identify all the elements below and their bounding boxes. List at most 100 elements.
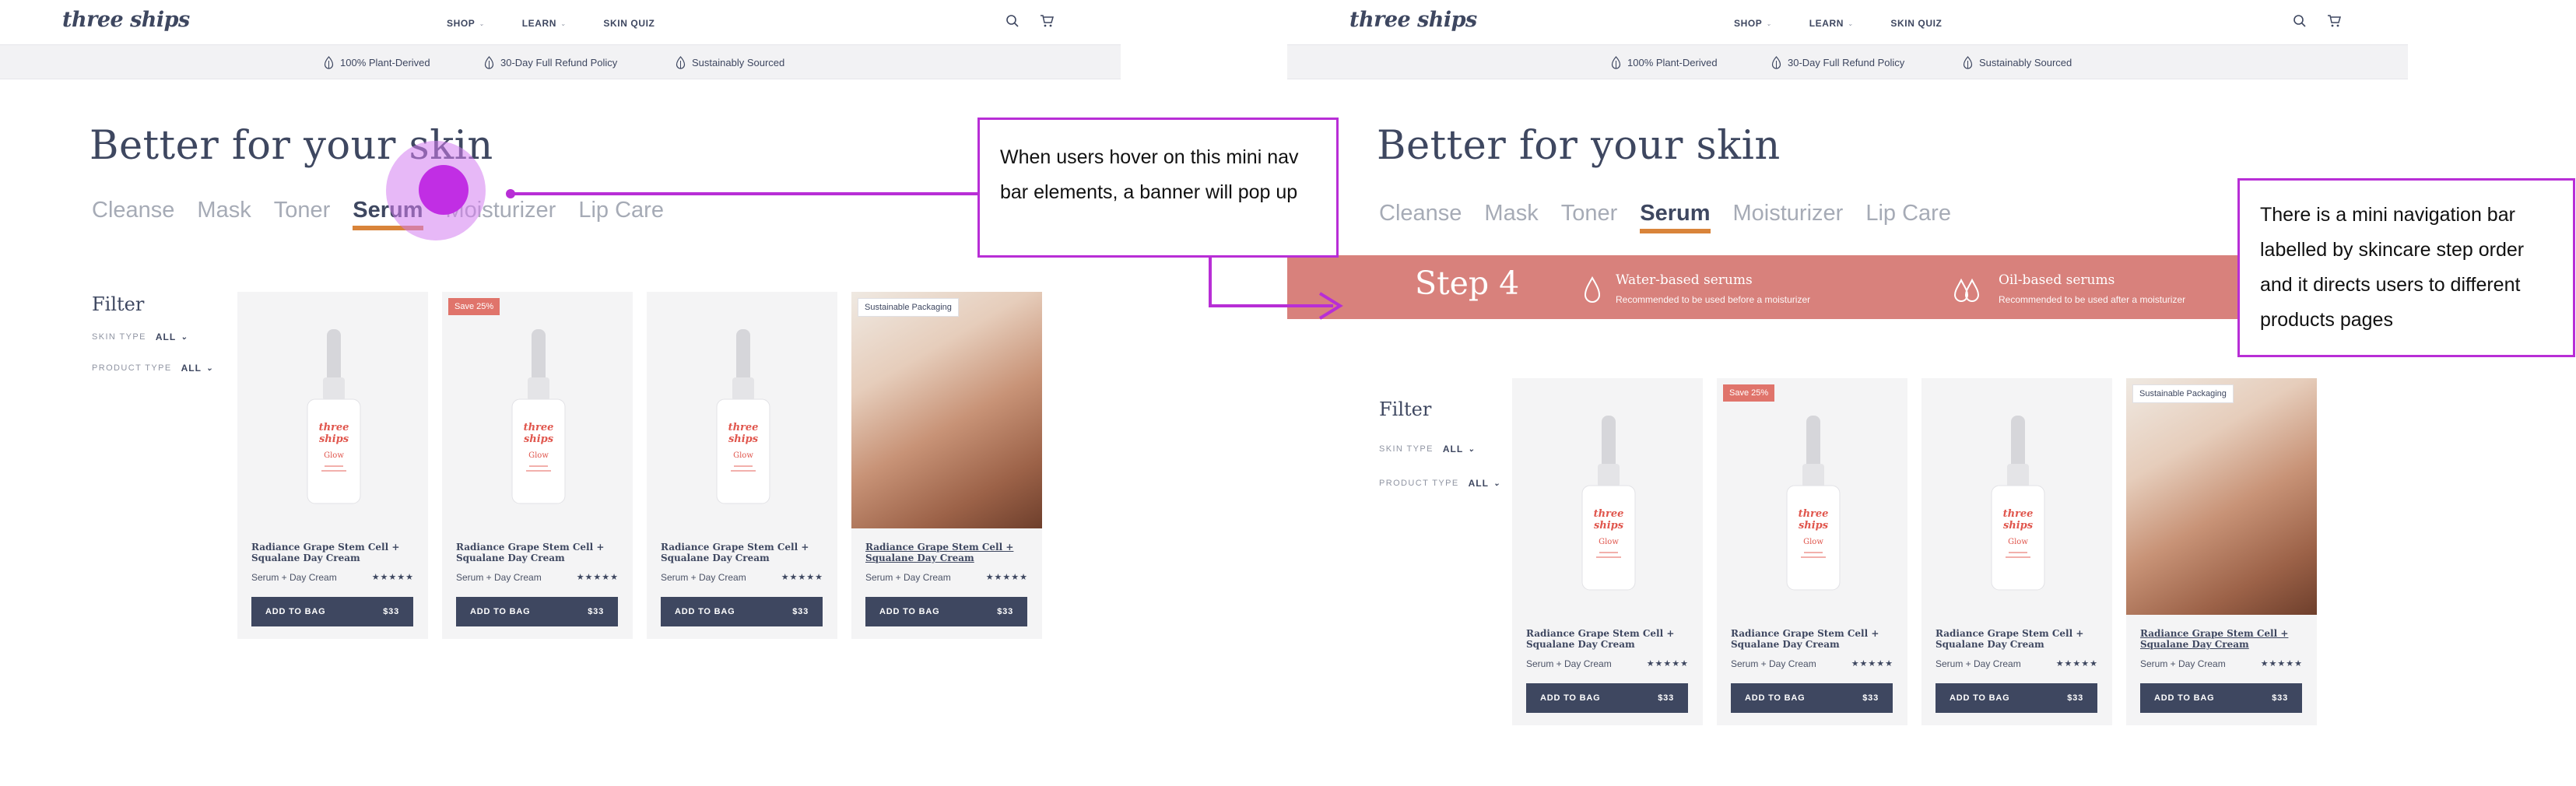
add-to-bag-button[interactable]: ADD TO BAG $33 xyxy=(661,597,823,626)
rating-stars: ★★★★★ xyxy=(1851,659,1893,668)
svg-text:three: three xyxy=(1799,508,1829,520)
product-card[interactable]: Sustainable Packaging Radiance Grape Ste… xyxy=(851,292,1042,639)
connector-dot xyxy=(506,189,515,198)
benefit-item: Sustainably Sourced xyxy=(676,56,784,69)
connector-line xyxy=(511,192,977,195)
category-tabs: Cleanse Mask Toner Serum Moisturizer Lip… xyxy=(1379,201,1974,233)
rating-stars: ★★★★★ xyxy=(2055,659,2098,668)
svg-text:Glow: Glow xyxy=(733,451,753,460)
product-image[interactable]: three ships Glow Save 25% xyxy=(442,292,633,528)
product-image[interactable]: Sustainable Packaging xyxy=(851,292,1042,528)
product-card[interactable]: three ships Glow Radiance Grape Stem Cell … xyxy=(647,292,837,639)
search-icon[interactable] xyxy=(1005,14,1020,28)
product-card[interactable]: three ships Glow Radiance Grape Stem Cell … xyxy=(237,292,428,639)
tab-serum[interactable]: Serum xyxy=(1640,201,1711,233)
cart-icon[interactable] xyxy=(2327,14,2341,28)
tab-moisturizer[interactable]: Moisturizer xyxy=(1733,201,1844,226)
product-card[interactable]: three ships Glow Radiance Grape Stem Cell … xyxy=(1921,378,2112,725)
menu-learn[interactable]: LEARN ⌄ xyxy=(522,18,567,29)
product-title[interactable]: Radiance Grape Stem Cell + Squalane Day … xyxy=(251,542,419,563)
rating-stars: ★★★★★ xyxy=(576,573,619,582)
menu-shop[interactable]: SHOP ⌄ xyxy=(447,18,485,29)
tab-lip-care[interactable]: Lip Care xyxy=(1865,201,1951,226)
filter-skin-type[interactable]: SKIN TYPE ALL ⌄ xyxy=(92,332,188,342)
product-image[interactable]: three ships Glow xyxy=(647,292,837,528)
filter-product-type[interactable]: PRODUCT TYPE ALL ⌄ xyxy=(1379,478,1500,489)
product-subtitle: Serum + Day Cream xyxy=(661,572,746,583)
benefits-bar: 100% Plant-Derived 30-Day Full Refund Po… xyxy=(0,45,1121,79)
tab-mask[interactable]: Mask xyxy=(197,198,251,223)
cart-icon[interactable] xyxy=(1040,14,1054,28)
tab-cleanse[interactable]: Cleanse xyxy=(1379,201,1462,226)
product-title[interactable]: Radiance Grape Stem Cell + Squalane Day … xyxy=(661,542,828,563)
product-card[interactable]: three ships Glow Radiance Grape Stem Cell … xyxy=(1512,378,1703,725)
menu-skin-quiz[interactable]: SKIN QUIZ xyxy=(1890,18,1942,29)
svg-text:three: three xyxy=(2003,508,2034,520)
product-title[interactable]: Radiance Grape Stem Cell + Squalane Day … xyxy=(865,542,1033,563)
brand-logo[interactable]: three ships xyxy=(1349,8,1477,32)
product-title[interactable]: Radiance Grape Stem Cell + Squalane Day … xyxy=(1731,628,1898,650)
svg-text:ships: ships xyxy=(728,433,759,445)
banner-item-oil[interactable]: Oil-based serums Recommended to be used a… xyxy=(1950,268,2185,307)
rating-stars: ★★★★★ xyxy=(985,573,1028,582)
product-image[interactable]: Sustainable Packaging xyxy=(2126,378,2317,615)
nav-icons xyxy=(2293,14,2341,28)
chevron-down-icon: ⌄ xyxy=(1848,19,1854,27)
add-to-bag-button[interactable]: ADD TO BAG $33 xyxy=(1731,683,1893,713)
filter-product-type[interactable]: PRODUCT TYPE ALL ⌄ xyxy=(92,363,213,374)
add-to-bag-button[interactable]: ADD TO BAG $33 xyxy=(2140,683,2302,713)
screen-before: three ships SHOP ⌄ LEARN ⌄ SKIN QUIZ 100% … xyxy=(0,0,1121,786)
arrow-right-icon xyxy=(1318,292,1343,320)
menu-skin-quiz[interactable]: SKIN QUIZ xyxy=(603,18,655,29)
svg-text:Glow: Glow xyxy=(324,451,344,460)
svg-text:ships: ships xyxy=(1594,520,1624,532)
chevron-down-icon: ⌄ xyxy=(1468,444,1476,454)
leaf-icon xyxy=(1963,56,1973,69)
tab-lip-care[interactable]: Lip Care xyxy=(578,198,664,223)
page-title: Better for your skin xyxy=(1377,123,1781,169)
chevron-down-icon: ⌄ xyxy=(560,19,567,27)
product-image[interactable]: three ships Glow xyxy=(237,292,428,528)
top-nav: three ships SHOP ⌄ LEARN ⌄ SKIN QUIZ xyxy=(1287,0,2408,45)
product-title[interactable]: Radiance Grape Stem Cell + Squalane Day … xyxy=(1526,628,1693,650)
banner-item-water[interactable]: Water-based serums Recommended to be used… xyxy=(1583,268,1810,307)
brand-logo[interactable]: three ships xyxy=(62,8,190,32)
product-image[interactable]: three ships Glow xyxy=(1921,378,2112,615)
rating-stars: ★★★★★ xyxy=(781,573,823,582)
annotation-hover: When users hover on this mini nav bar el… xyxy=(977,118,1339,258)
product-image[interactable]: three ships Glow Save 25% xyxy=(1717,378,1907,615)
tab-cleanse[interactable]: Cleanse xyxy=(92,198,174,223)
step-label: Step 4 xyxy=(1415,265,1520,302)
tab-mask[interactable]: Mask xyxy=(1484,201,1538,226)
tab-toner[interactable]: Toner xyxy=(274,198,331,223)
serum-bottle-image: threeships Glow xyxy=(1991,416,2045,591)
benefit-item: Sustainably Sourced xyxy=(1963,56,2072,69)
product-card[interactable]: three ships Glow Save 25% Radiance Grape S… xyxy=(1717,378,1907,725)
product-subtitle: Serum + Day Cream xyxy=(1936,658,2021,669)
add-to-bag-button[interactable]: ADD TO BAG $33 xyxy=(865,597,1027,626)
add-to-bag-button[interactable]: ADD TO BAG $33 xyxy=(1526,683,1688,713)
product-title[interactable]: Radiance Grape Stem Cell + Squalane Day … xyxy=(456,542,623,563)
product-title[interactable]: Radiance Grape Stem Cell + Squalane Day … xyxy=(2140,628,2308,650)
product-title[interactable]: Radiance Grape Stem Cell + Squalane Day … xyxy=(1936,628,2103,650)
filter-title: Filter xyxy=(92,293,145,315)
add-to-bag-button[interactable]: ADD TO BAG $33 xyxy=(1936,683,2097,713)
benefit-item: 30-Day Full Refund Policy xyxy=(484,56,617,69)
product-card[interactable]: three ships Glow Save 25% Radiance Grape S… xyxy=(442,292,633,639)
svg-text:ships: ships xyxy=(524,433,554,445)
filter-skin-type[interactable]: SKIN TYPE ALL ⌄ xyxy=(1379,444,1476,454)
add-to-bag-button[interactable]: ADD TO BAG $33 xyxy=(251,597,413,626)
add-to-bag-button[interactable]: ADD TO BAG $33 xyxy=(456,597,618,626)
svg-text:ships: ships xyxy=(319,433,349,445)
menu-shop[interactable]: SHOP ⌄ xyxy=(1734,18,1772,29)
menu-learn[interactable]: LEARN ⌄ xyxy=(1809,18,1854,29)
connector-line xyxy=(1209,304,1333,307)
product-card[interactable]: Sustainable Packaging Radiance Grape Ste… xyxy=(2126,378,2317,725)
main-menu: SHOP ⌄ LEARN ⌄ SKIN QUIZ xyxy=(447,18,655,29)
product-image[interactable]: three ships Glow xyxy=(1512,378,1703,615)
tab-toner[interactable]: Toner xyxy=(1561,201,1618,226)
model-photo xyxy=(2126,378,2317,615)
chevron-down-icon: ⌄ xyxy=(1493,479,1501,488)
chevron-down-icon: ⌄ xyxy=(1766,19,1772,27)
search-icon[interactable] xyxy=(2293,14,2307,28)
